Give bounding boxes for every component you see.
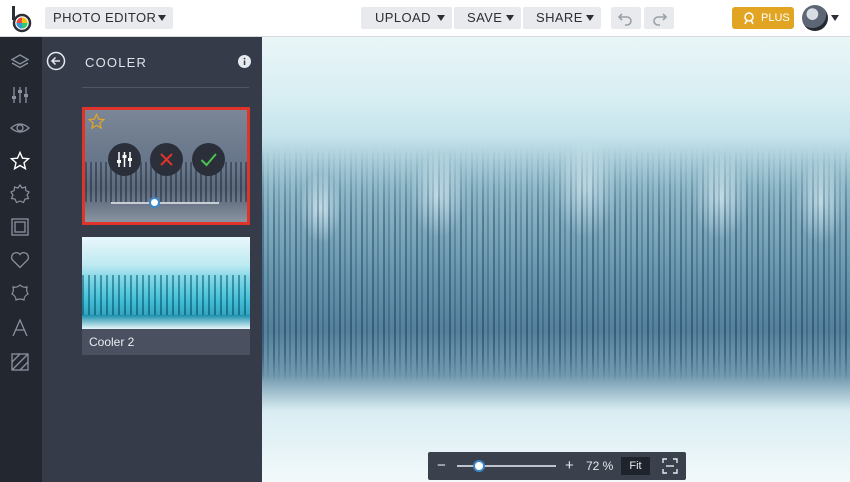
chevron-down-icon: [437, 15, 445, 21]
zoom-out-button[interactable]: −: [437, 457, 446, 474]
adjust-settings-button[interactable]: [108, 143, 141, 176]
badge-icon[interactable]: [10, 184, 30, 204]
chevron-down-icon: [158, 15, 166, 21]
info-icon[interactable]: [238, 55, 251, 68]
plus-label: PLUS: [761, 12, 790, 24]
pattern-icon[interactable]: [10, 352, 30, 372]
preset-thumbnail: [82, 237, 250, 329]
star-icon[interactable]: [10, 151, 30, 171]
upload-button[interactable]: UPLOAD: [361, 7, 452, 29]
preset-card-selected[interactable]: [82, 107, 250, 225]
tool-rail: [0, 37, 42, 482]
cancel-button[interactable]: [150, 143, 183, 176]
panel-divider: [82, 87, 249, 88]
panel-title: COOLER: [85, 55, 148, 70]
share-button[interactable]: SHARE: [523, 7, 601, 29]
zoom-in-button[interactable]: +: [565, 457, 574, 474]
photo-editor-dropdown[interactable]: PHOTO EDITOR: [45, 7, 173, 29]
preset-card-cooler-2[interactable]: Cooler 2: [82, 237, 250, 355]
zoom-bar: − + 72 % Fit: [428, 452, 686, 480]
fullscreen-icon[interactable]: [662, 458, 678, 474]
redo-icon: [653, 13, 668, 26]
texture-icon[interactable]: [10, 283, 30, 303]
photo-editor-label: PHOTO EDITOR: [53, 10, 157, 25]
fit-button[interactable]: Fit: [621, 457, 650, 475]
intensity-slider[interactable]: [111, 202, 219, 204]
undo-icon: [617, 13, 632, 26]
checkmark-icon: [200, 153, 217, 167]
photo-canvas[interactable]: [262, 37, 850, 482]
befunky-logo-icon[interactable]: [8, 5, 34, 33]
chevron-down-icon: [586, 15, 594, 21]
eye-icon[interactable]: [10, 118, 30, 138]
plus-upgrade-button[interactable]: PLUS: [732, 7, 794, 29]
zoom-slider[interactable]: [457, 465, 556, 467]
save-button[interactable]: SAVE: [454, 7, 521, 29]
top-bar: PHOTO EDITOR UPLOAD SAVE SHARE PLUS: [0, 0, 850, 37]
photo-forest-layer: [262, 147, 850, 382]
avatar[interactable]: [802, 5, 828, 31]
close-icon: [160, 153, 173, 166]
layers-icon[interactable]: [10, 52, 30, 72]
text-icon[interactable]: [10, 318, 30, 338]
effects-panel: COOLER Cooler 2: [42, 37, 262, 482]
undo-button[interactable]: [611, 7, 641, 29]
upload-label: UPLOAD: [375, 10, 431, 25]
save-label: SAVE: [467, 10, 503, 25]
zoom-percent: 72 %: [586, 459, 614, 473]
intensity-slider-handle[interactable]: [149, 197, 160, 208]
favorite-star-icon[interactable]: [88, 113, 105, 130]
preset-label: Cooler 2: [89, 335, 135, 349]
apply-button[interactable]: [192, 143, 225, 176]
back-arrow-icon[interactable]: [46, 51, 66, 71]
share-label: SHARE: [536, 10, 583, 25]
frame-icon[interactable]: [10, 217, 30, 237]
chevron-down-icon: [506, 15, 514, 21]
redo-button[interactable]: [644, 7, 674, 29]
chevron-down-icon[interactable]: [831, 15, 839, 21]
sliders-icon[interactable]: [10, 85, 30, 105]
sliders-icon: [117, 152, 132, 167]
plus-badge-icon: [744, 12, 754, 25]
heart-icon[interactable]: [10, 250, 30, 270]
zoom-slider-handle[interactable]: [473, 460, 485, 472]
